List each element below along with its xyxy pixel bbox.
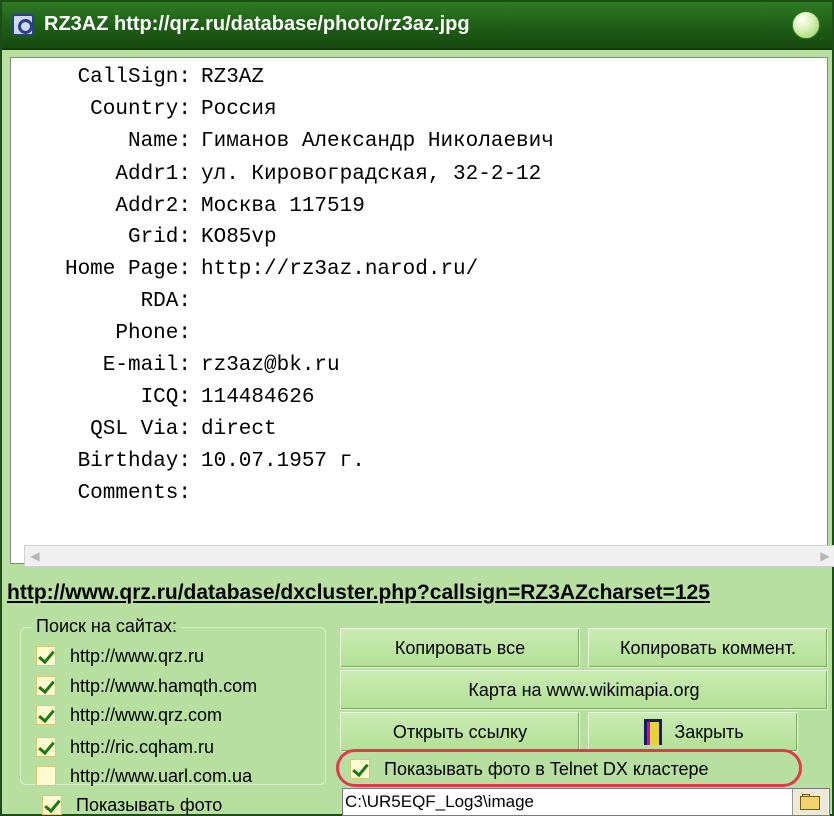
- site-label: http://www.hamqth.com: [70, 675, 258, 696]
- telnet-photo-option[interactable]: Показывать фото в Telnet DX кластере: [350, 756, 709, 782]
- info-field-label: Addr1:: [115, 163, 191, 186]
- checkbox-icon[interactable]: [36, 705, 56, 725]
- info-field-value: ул. Кировоградская, 32-2-12: [201, 163, 542, 186]
- window-title: RZ3AZ http://qrz.ru/database/photo/rz3az…: [44, 13, 470, 35]
- info-field-value: KO85vp: [201, 226, 277, 249]
- site-search-group-title: Поиск на сайтах:: [32, 616, 181, 637]
- image-path-field[interactable]: C:\UR5EQF_Log3\image: [342, 788, 830, 816]
- info-field-label: Name:: [127, 130, 191, 153]
- info-field-value: RZ3AZ: [201, 66, 265, 89]
- info-field-label: Home Page:: [64, 258, 191, 281]
- info-field-label: Grid:: [127, 226, 191, 249]
- site-checkbox-uarl[interactable]: http://www.uarl.com.ua: [36, 762, 252, 790]
- info-field-label: Phone:: [115, 322, 191, 345]
- window-control-button[interactable]: [792, 11, 820, 39]
- info-field-label: Country:: [90, 98, 191, 121]
- info-field-value: 114484626: [201, 386, 315, 409]
- scroll-right-icon[interactable]: ▶: [815, 546, 834, 566]
- info-field-value: http://rz3az.narod.ru/: [201, 258, 479, 281]
- exit-door-icon: [642, 719, 664, 745]
- info-field-value: Россия: [201, 98, 277, 121]
- info-field-value: Гиманов Александр Николаевич: [201, 130, 554, 153]
- info-field-value: direct: [201, 418, 277, 441]
- open-folder-icon: [799, 794, 822, 810]
- scroll-left-icon[interactable]: ◀: [25, 546, 45, 566]
- site-label: http://www.qrz.com: [70, 704, 223, 725]
- close-button[interactable]: Закрыть: [588, 712, 798, 752]
- dxcluster-link[interactable]: http://www.qrz.ru/database/dxcluster.php…: [7, 581, 834, 611]
- horizontal-scrollbar[interactable]: ◀ ▶: [24, 545, 834, 567]
- checkbox-icon[interactable]: [350, 759, 370, 779]
- info-field-label: RDA:: [140, 290, 191, 313]
- copy-all-button[interactable]: Копировать все: [340, 628, 580, 668]
- callsign-info-panel: CallSign: RZ3AZ Country: Россия Name: Гиманов…: [10, 57, 828, 564]
- site-checkbox-cqham[interactable]: http://ric.cqham.ru: [36, 733, 214, 761]
- open-link-button[interactable]: Открыть ссылку: [340, 712, 580, 752]
- checkbox-icon[interactable]: [36, 737, 56, 757]
- info-field-label: Comments:: [77, 482, 191, 505]
- info-field-label: ICQ:: [140, 386, 191, 409]
- show-photo-option[interactable]: Показывать фото: [42, 792, 222, 816]
- site-checkbox-qrz-ru[interactable]: http://www.qrz.ru: [36, 642, 204, 670]
- info-field-value: Москва 117519: [201, 195, 365, 218]
- site-label: http://www.uarl.com.ua: [70, 765, 253, 786]
- site-label: http://www.qrz.ru: [70, 645, 205, 666]
- title-bar[interactable]: RZ3AZ http://qrz.ru/database/photo/rz3az…: [2, 2, 832, 50]
- checkbox-icon[interactable]: [42, 795, 62, 815]
- checkbox-icon[interactable]: [36, 766, 56, 786]
- info-field-value: 10.07.1957 г.: [201, 450, 365, 473]
- telnet-photo-label: Показывать фото в Telnet DX кластере: [384, 758, 709, 779]
- info-field-label: QSL Via:: [90, 418, 191, 441]
- checkbox-icon[interactable]: [36, 676, 56, 696]
- info-field-value: rz3az@bk.ru: [201, 354, 340, 377]
- info-field-label: Birthday:: [77, 450, 191, 473]
- wikimapia-map-button[interactable]: Карта на www.wikimapia.org: [340, 670, 828, 710]
- close-button-label: Закрыть: [674, 721, 744, 742]
- site-label: http://ric.cqham.ru: [70, 736, 215, 757]
- copy-comment-button[interactable]: Копировать коммент.: [588, 628, 828, 668]
- show-photo-label: Показывать фото: [76, 794, 223, 815]
- info-field-label: Addr2:: [115, 195, 191, 218]
- info-field-label: E-mail:: [102, 354, 191, 377]
- browse-folder-button[interactable]: [792, 789, 828, 815]
- checkbox-icon[interactable]: [36, 646, 56, 666]
- qrz-info-window: RZ3AZ http://qrz.ru/database/photo/rz3az…: [0, 0, 834, 816]
- info-field-label: CallSign:: [77, 66, 191, 89]
- site-checkbox-qrz-com[interactable]: http://www.qrz.com: [36, 701, 222, 729]
- app-icon: [12, 14, 34, 36]
- site-checkbox-hamqth[interactable]: http://www.hamqth.com: [36, 672, 257, 700]
